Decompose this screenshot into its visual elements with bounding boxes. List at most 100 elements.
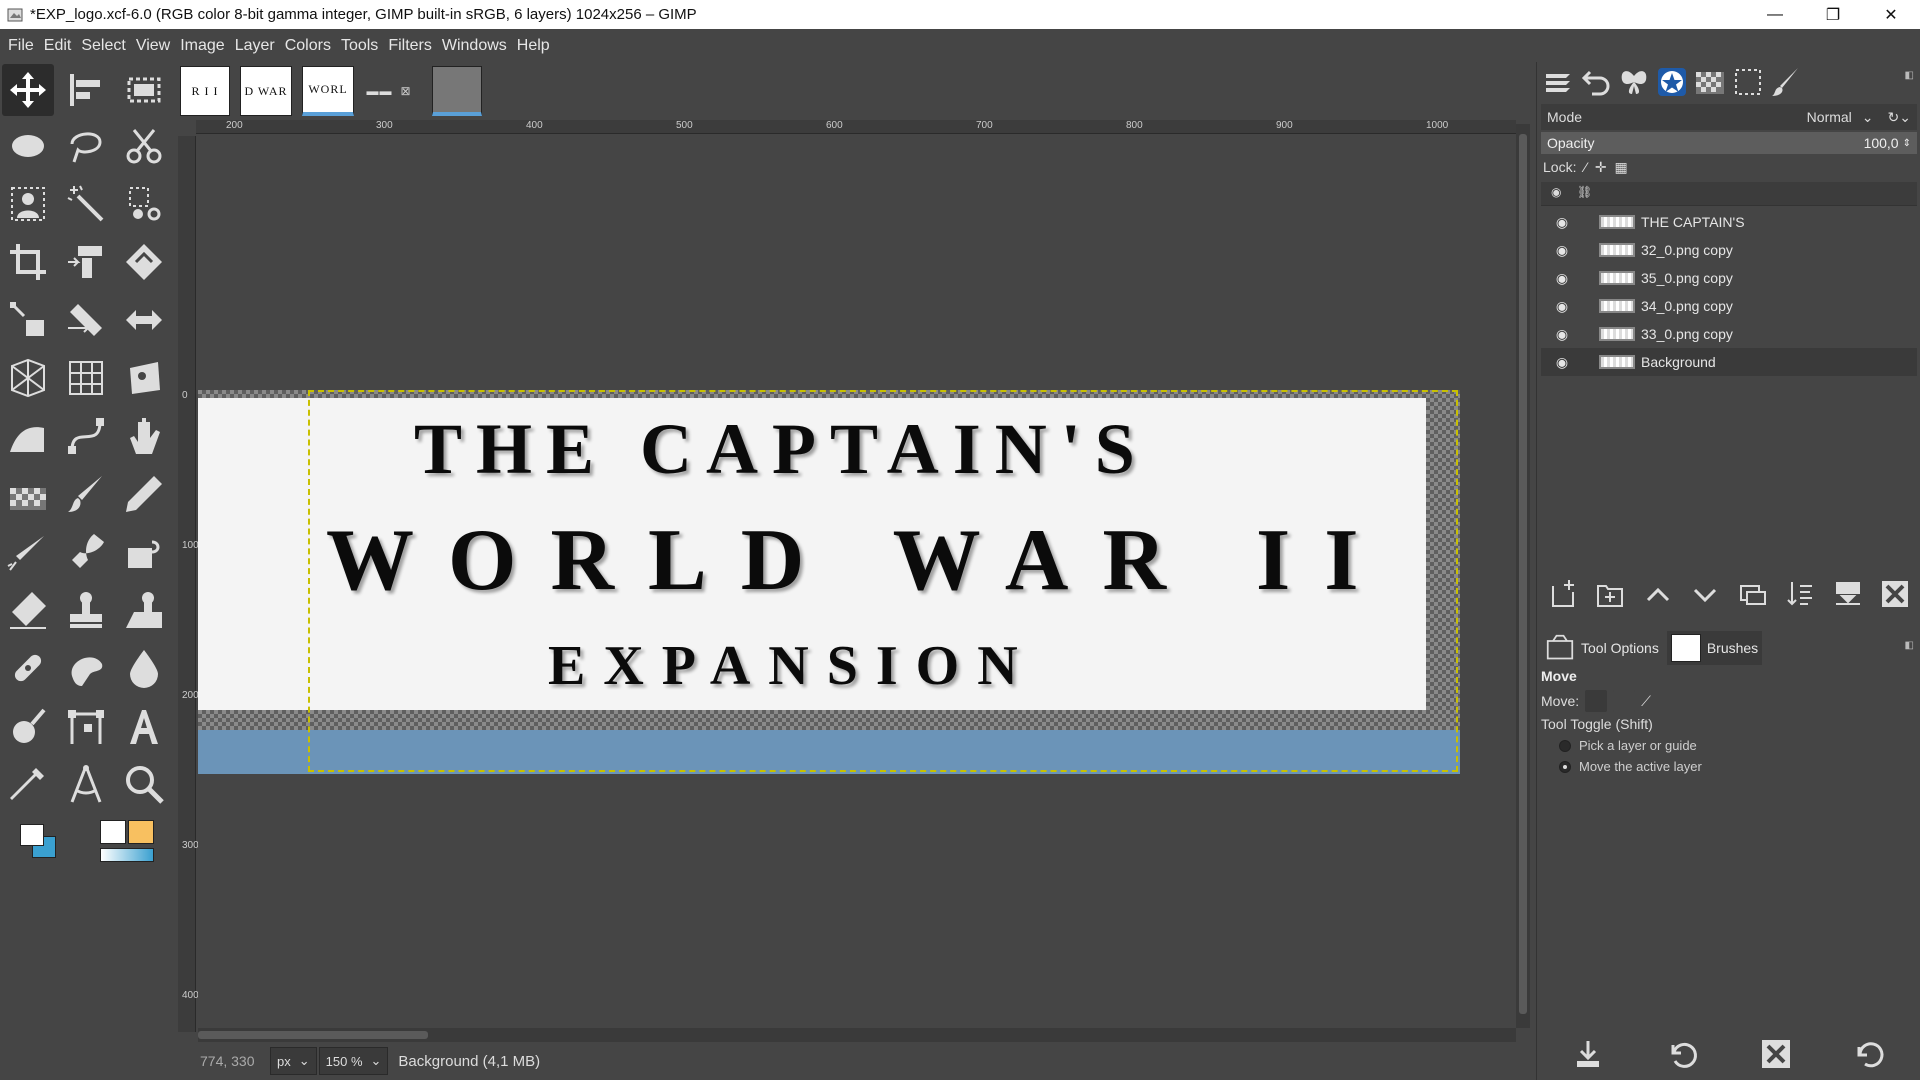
select-by-color-tool[interactable] xyxy=(118,178,170,230)
dock-menu-icon[interactable]: ◧ xyxy=(1905,640,1914,651)
free-select-tool[interactable] xyxy=(60,120,112,172)
eye-icon[interactable]: ◉ xyxy=(1547,270,1577,287)
lock-alpha-icon[interactable]: ▦ xyxy=(1615,159,1628,176)
eye-icon[interactable]: ◉ xyxy=(1547,326,1577,343)
layers-tab[interactable] xyxy=(1541,65,1575,99)
merge-down-button[interactable] xyxy=(1780,575,1820,613)
move-active-layer-option[interactable]: Move the active layer xyxy=(1559,759,1702,774)
mypaint-brush-tool[interactable] xyxy=(2,468,54,520)
raise-layer-button[interactable] xyxy=(1638,575,1678,613)
menu-filters[interactable]: Filters xyxy=(384,37,438,55)
image-tab-4[interactable]: ▬▬ ⊠ xyxy=(364,66,414,116)
measure-tool[interactable] xyxy=(60,758,112,810)
layer-row[interactable]: ◉ THE CAPTAIN'S xyxy=(1541,208,1917,236)
zoom-tool[interactable] xyxy=(118,758,170,810)
maximize-button[interactable]: ❐ xyxy=(1804,0,1862,29)
move-path-toggle[interactable]: ⟋ xyxy=(1641,693,1651,710)
layer-row[interactable]: ◉ 32_0.png copy xyxy=(1541,236,1917,264)
smudge-finger-tool[interactable] xyxy=(60,642,112,694)
blur-tool[interactable] xyxy=(118,642,170,694)
smudge-tool[interactable] xyxy=(118,410,170,462)
warp-transform-tool[interactable] xyxy=(118,236,170,288)
channels-tab[interactable] xyxy=(1655,65,1689,99)
shear-tool[interactable] xyxy=(60,294,112,346)
ink-tool[interactable] xyxy=(60,526,112,578)
pattern-preview[interactable] xyxy=(128,820,154,844)
minimize-button[interactable]: — xyxy=(1746,0,1804,29)
3d-transform-tool[interactable] xyxy=(60,352,112,404)
menu-select[interactable]: Select xyxy=(77,37,131,55)
move-layer-toggle[interactable] xyxy=(1585,690,1608,712)
new-layer-group-button[interactable] xyxy=(1590,575,1630,613)
radio-button-checked[interactable] xyxy=(1559,760,1571,773)
paths-tab[interactable] xyxy=(1617,65,1651,99)
rect-select-tool[interactable] xyxy=(118,64,170,116)
warp-tool[interactable] xyxy=(2,410,54,462)
tool-options-tab[interactable]: Tool Options xyxy=(1541,631,1663,665)
duplicate-layer-button[interactable] xyxy=(1733,575,1773,613)
horizontal-scrollbar[interactable] xyxy=(198,1028,1516,1042)
image-tab-1[interactable]: R I I xyxy=(180,66,230,116)
delete-options-button[interactable] xyxy=(1754,1034,1798,1074)
restore-options-button[interactable] xyxy=(1660,1034,1704,1074)
brushes-dock-tab[interactable] xyxy=(1769,65,1803,99)
image-tab-2[interactable]: D WAR xyxy=(240,66,292,116)
lock-position-icon[interactable]: ✛ xyxy=(1595,159,1607,176)
layer-row[interactable]: ◉ 33_0.png copy xyxy=(1541,320,1917,348)
move-tool[interactable] xyxy=(2,64,54,116)
eraser-tool[interactable] xyxy=(2,584,54,636)
perspective-tool[interactable] xyxy=(2,352,54,404)
zoom-select[interactable]: 150 % ⌄ xyxy=(318,1047,389,1075)
spin-icon[interactable]: ⇕ xyxy=(1903,138,1911,149)
close-tab-icon[interactable]: ⊠ xyxy=(400,84,411,99)
pencil-tool[interactable] xyxy=(118,468,170,520)
paintbrush-tool[interactable] xyxy=(60,468,112,520)
ellipse-select-tool[interactable] xyxy=(2,120,54,172)
eye-icon[interactable]: ◉ xyxy=(1547,214,1577,231)
layer-mode-row[interactable]: Mode Normal ⌄ ↻⌄ xyxy=(1541,104,1917,130)
airbrush-tool[interactable] xyxy=(2,526,54,578)
menu-image[interactable]: Image xyxy=(176,37,230,55)
path-tool[interactable] xyxy=(60,700,112,752)
scrollbar-thumb[interactable] xyxy=(198,1031,428,1039)
anchor-layer-button[interactable] xyxy=(1828,575,1868,613)
color-picker-tool[interactable] xyxy=(2,758,54,810)
radio-button[interactable] xyxy=(1559,739,1571,752)
delete-layer-button[interactable] xyxy=(1875,575,1915,613)
close-window-button[interactable]: ✕ xyxy=(1862,0,1920,29)
reset-options-button[interactable] xyxy=(1848,1034,1892,1074)
mypaint-tool[interactable] xyxy=(118,526,170,578)
fg-bg-colors[interactable] xyxy=(18,822,62,866)
menu-help[interactable]: Help xyxy=(513,37,556,55)
vertical-scrollbar[interactable] xyxy=(1516,124,1530,1028)
align-tool[interactable] xyxy=(60,64,112,116)
pick-layer-option[interactable]: Pick a layer or guide xyxy=(1559,738,1697,753)
new-layer-button[interactable] xyxy=(1543,575,1583,613)
gradient-preview[interactable] xyxy=(100,848,154,862)
vertical-ruler[interactable]: 0 100 200 300 400 xyxy=(178,136,199,1032)
dock-menu-icon[interactable]: ◧ xyxy=(1905,70,1914,81)
horizontal-ruler[interactable]: 200 300 400 500 600 700 800 900 1000 xyxy=(196,120,1516,134)
perspective-clone-tool[interactable] xyxy=(118,584,170,636)
layer-row[interactable]: ◉ 34_0.png copy xyxy=(1541,292,1917,320)
scissors-tool[interactable] xyxy=(118,120,170,172)
lower-layer-button[interactable] xyxy=(1685,575,1725,613)
fuzzy-select-tool[interactable] xyxy=(60,178,112,230)
undo-history-tab[interactable] xyxy=(1579,65,1613,99)
handle-transform-tool[interactable] xyxy=(2,294,54,346)
eye-icon[interactable]: ◉ xyxy=(1547,298,1577,315)
save-options-button[interactable] xyxy=(1566,1034,1610,1074)
menu-tools[interactable]: Tools xyxy=(337,37,384,55)
paths-tool[interactable] xyxy=(60,410,112,462)
layer-row-selected[interactable]: ◉ Background xyxy=(1541,348,1917,376)
menu-colors[interactable]: Colors xyxy=(281,37,337,55)
image-tab-3[interactable]: WORL xyxy=(302,66,354,116)
menu-view[interactable]: View xyxy=(132,37,176,55)
crop-tool[interactable] xyxy=(2,236,54,288)
brushes-tab[interactable]: Brushes xyxy=(1666,631,1763,665)
cage-transform-tool[interactable] xyxy=(118,352,170,404)
layer-row[interactable]: ◉ 35_0.png copy xyxy=(1541,264,1917,292)
menu-edit[interactable]: Edit xyxy=(40,37,78,55)
text-tool[interactable] xyxy=(118,700,170,752)
menu-windows[interactable]: Windows xyxy=(438,37,513,55)
